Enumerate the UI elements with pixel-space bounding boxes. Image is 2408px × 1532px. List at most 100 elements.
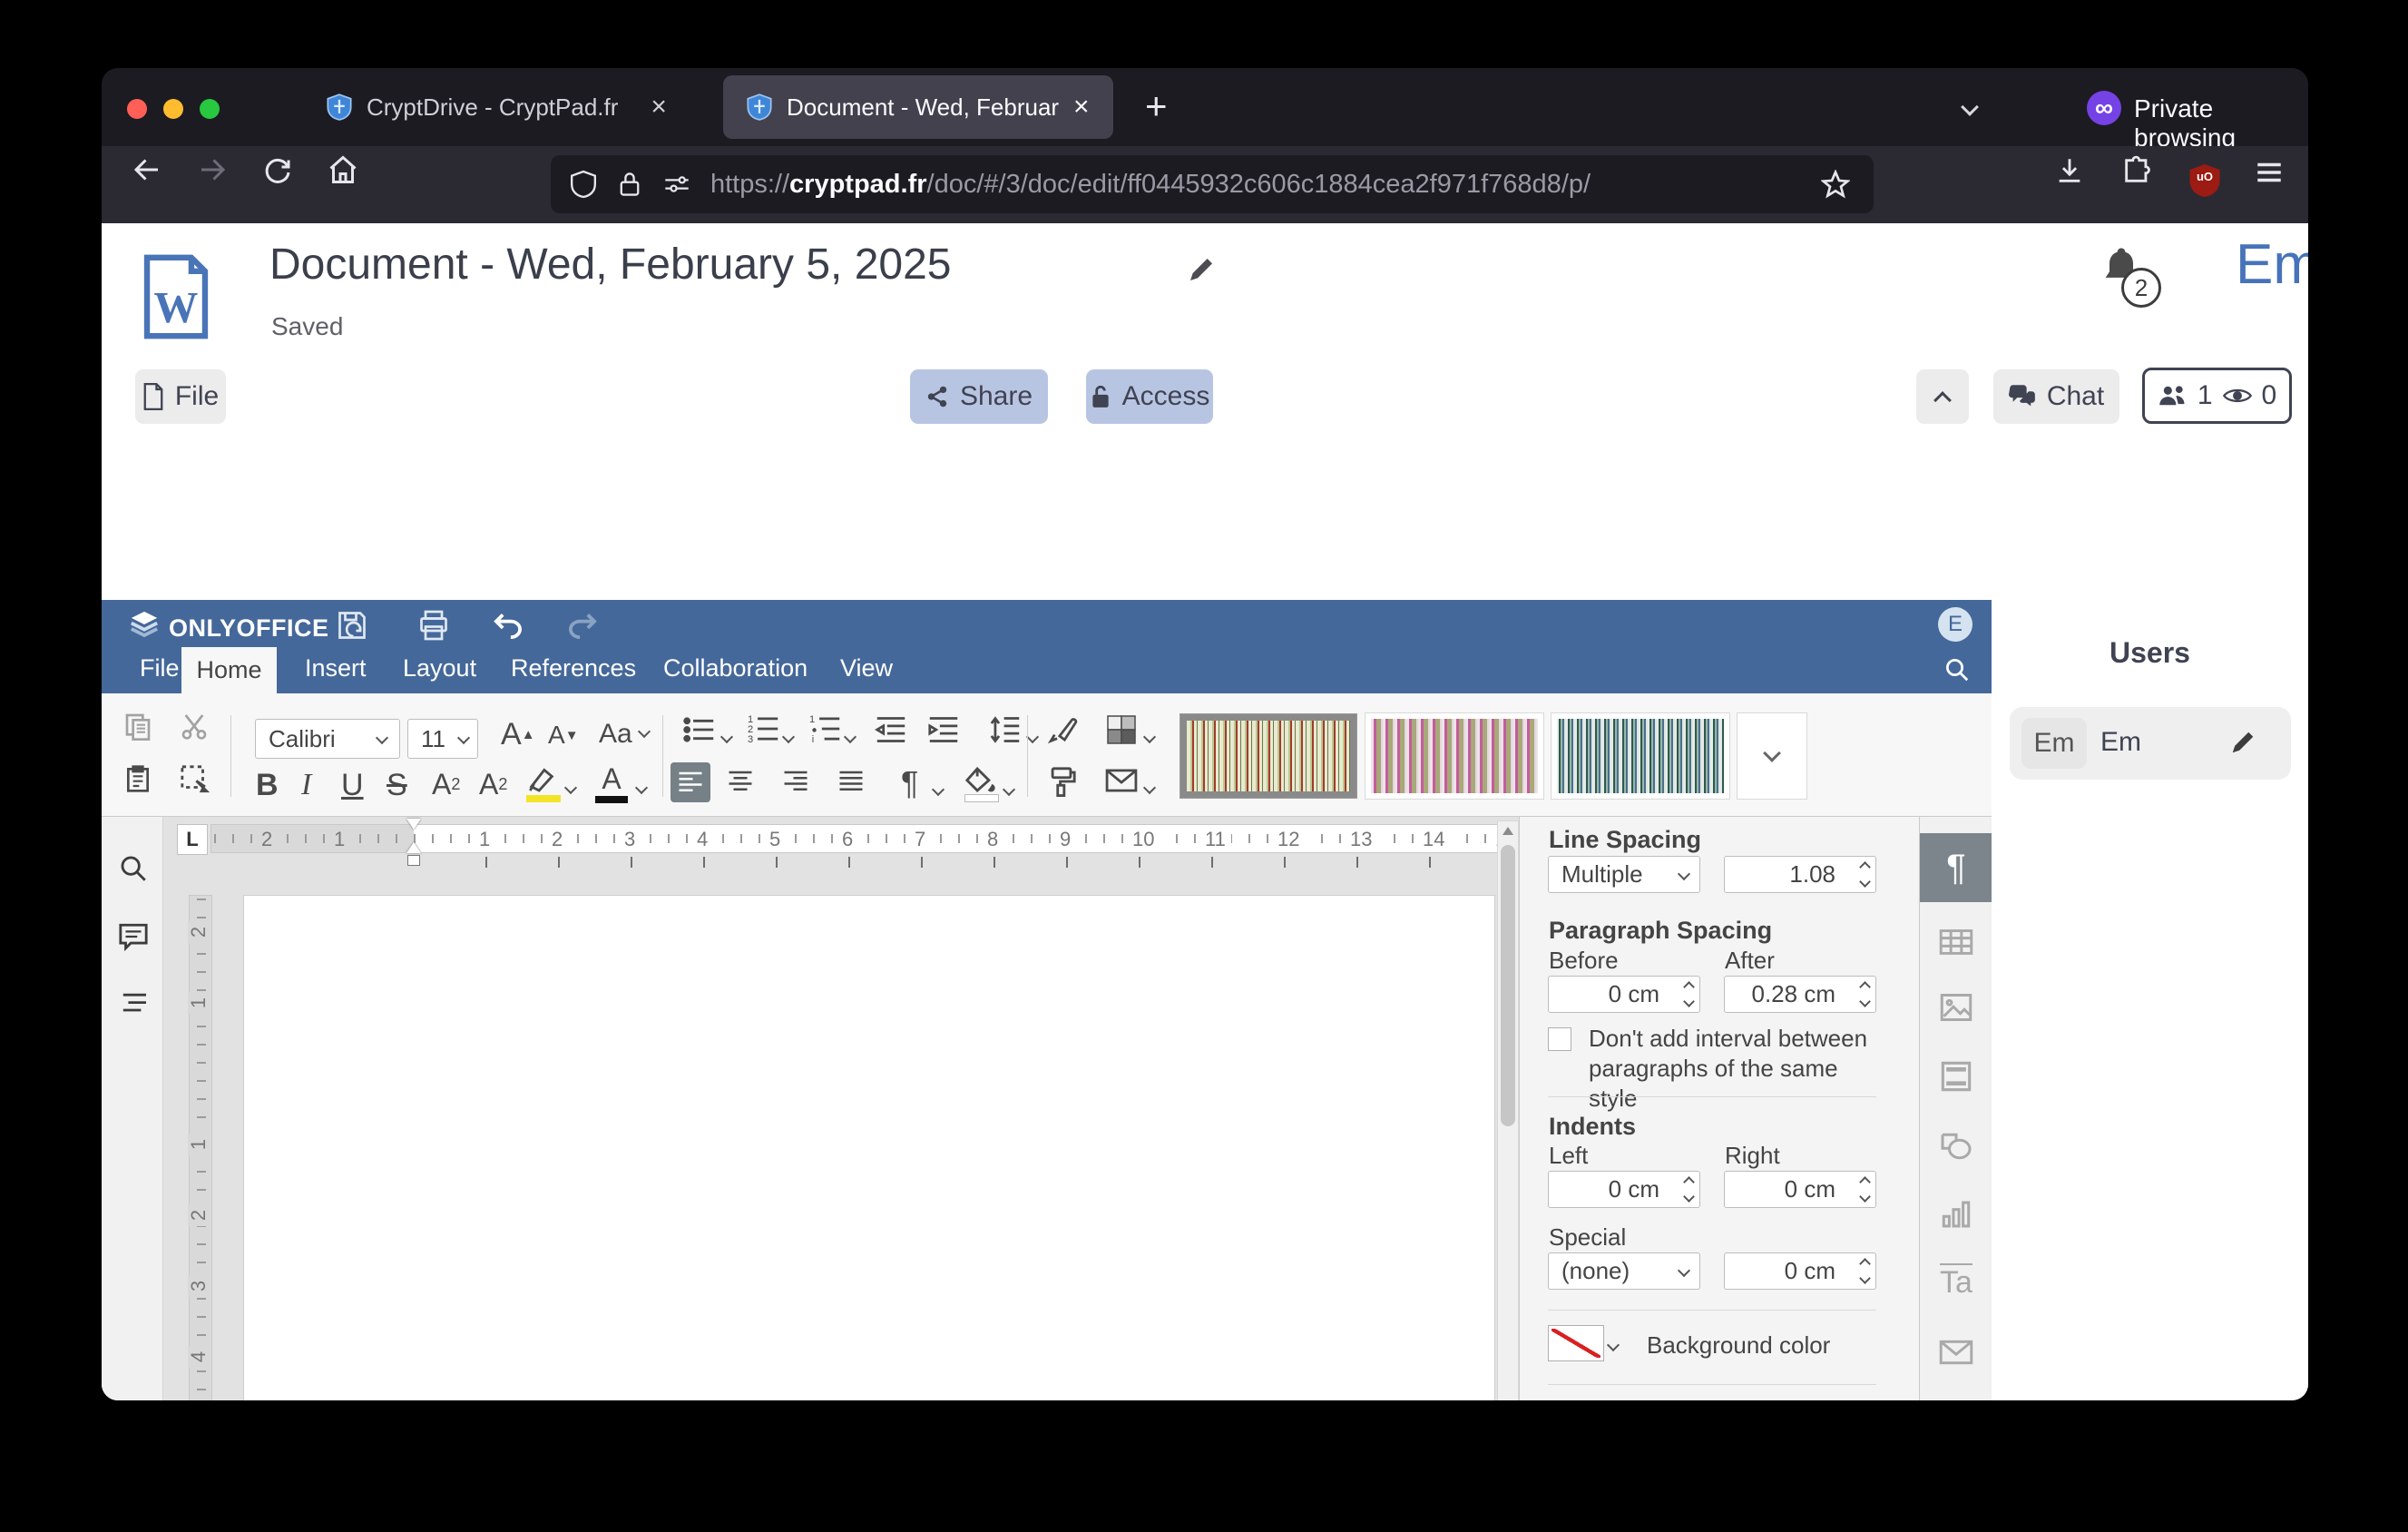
home-icon[interactable]: [327, 153, 359, 186]
paragraph-shading-icon[interactable]: [964, 766, 999, 802]
comments-icon[interactable]: [118, 922, 149, 951]
oo-redo-icon[interactable]: [566, 611, 599, 640]
increase-font-icon[interactable]: A▲: [501, 717, 535, 752]
bullet-list-icon[interactable]: [683, 715, 716, 744]
ublock-icon[interactable]: uO: [2188, 162, 2221, 199]
copy-icon[interactable]: [123, 712, 152, 741]
headerfooter-settings-tab[interactable]: [1920, 1042, 1992, 1111]
edit-user-pencil-icon[interactable]: [2229, 729, 2256, 756]
scroll-up-arrow[interactable]: [1503, 827, 1513, 835]
oo-menu-insert[interactable]: Insert: [305, 654, 367, 683]
subscript-icon[interactable]: A2: [479, 768, 507, 801]
access-button[interactable]: Access: [1086, 369, 1213, 424]
font-color-chevron-icon[interactable]: [637, 781, 646, 797]
shape-settings-tab[interactable]: [1920, 1112, 1992, 1181]
line-spacing-number[interactable]: 1.08: [1724, 856, 1876, 893]
close-window-button[interactable]: [127, 99, 147, 119]
hanging-indent-marker[interactable]: [406, 842, 421, 853]
file-button[interactable]: File: [135, 369, 226, 424]
tracking-shield-icon[interactable]: [571, 170, 596, 199]
oo-menu-references[interactable]: References: [511, 654, 636, 683]
navigation-headings-icon[interactable]: [118, 991, 149, 1016]
multilevel-list-chevron-icon[interactable]: [846, 730, 855, 746]
bullet-list-chevron-icon[interactable]: [722, 730, 731, 746]
tab-cryptdrive[interactable]: CryptDrive - CryptPad.fr ×: [299, 77, 726, 137]
multilevel-list-icon[interactable]: 1i: [809, 713, 842, 744]
decrease-font-icon[interactable]: A▼: [548, 721, 579, 750]
list-tabs-chevron-icon[interactable]: [1963, 101, 1976, 118]
document-page[interactable]: [243, 895, 1495, 1400]
menu-hamburger-icon[interactable]: [2254, 157, 2285, 188]
chart-settings-tab[interactable]: [1920, 1180, 1992, 1249]
oo-user-avatar[interactable]: E: [1938, 607, 1972, 642]
extensions-icon[interactable]: [2121, 155, 2152, 186]
background-color-chevron-icon[interactable]: [1609, 1338, 1618, 1354]
superscript-icon[interactable]: A2: [432, 768, 460, 801]
numbered-list-icon[interactable]: 123: [748, 713, 780, 744]
font-size-select[interactable]: 11: [407, 719, 478, 759]
shading-chevron-icon[interactable]: [1004, 782, 1013, 799]
oo-menu-home-active[interactable]: Home: [181, 647, 277, 693]
nonprinting-chevron-icon[interactable]: [934, 782, 943, 799]
oo-menu-collaboration[interactable]: Collaboration: [663, 654, 808, 683]
mailmerge-settings-tab[interactable]: [1920, 1318, 1992, 1387]
mail-merge-chevron-icon[interactable]: [1145, 781, 1154, 797]
table-shading-chevron-icon[interactable]: [1145, 730, 1154, 746]
table-settings-tab[interactable]: [1920, 908, 1992, 977]
align-right-icon[interactable]: [782, 770, 809, 793]
permissions-icon[interactable]: [663, 172, 690, 196]
notifications-bell-icon[interactable]: 2: [2098, 244, 2145, 291]
special-select[interactable]: (none): [1548, 1252, 1700, 1290]
paste-icon[interactable]: [123, 764, 152, 793]
strikethrough-icon[interactable]: S: [387, 768, 407, 803]
share-button[interactable]: Share: [910, 369, 1048, 424]
spacing-after-input[interactable]: 0.28 cm: [1724, 976, 1876, 1013]
tab-close-icon[interactable]: ×: [1073, 92, 1090, 123]
chat-button[interactable]: Chat: [1993, 369, 2119, 424]
oo-menu-file[interactable]: File: [140, 654, 180, 683]
account-label[interactable]: Em: [2236, 232, 2308, 297]
edit-title-pencil-icon[interactable]: [1187, 255, 1216, 284]
select-all-icon[interactable]: [180, 764, 210, 795]
justify-icon[interactable]: [837, 770, 865, 793]
line-spacing-chevron-icon[interactable]: [1028, 730, 1037, 746]
oo-undo-icon[interactable]: [492, 611, 524, 640]
bold-icon[interactable]: B: [256, 768, 279, 803]
downloads-icon[interactable]: [2054, 155, 2085, 186]
forward-icon[interactable]: [196, 153, 229, 186]
line-spacing-icon[interactable]: [989, 715, 1022, 744]
change-case-icon[interactable]: Aa: [599, 719, 649, 750]
back-icon[interactable]: [131, 153, 163, 186]
mail-merge-icon[interactable]: [1105, 768, 1138, 793]
line-spacing-select[interactable]: Multiple: [1548, 856, 1700, 893]
zoom-window-button[interactable]: [200, 99, 220, 119]
numbered-list-chevron-icon[interactable]: [784, 730, 793, 746]
oo-save-icon[interactable]: [336, 609, 368, 642]
font-color-icon[interactable]: A: [595, 762, 628, 803]
indent-left-input[interactable]: 0 cm: [1548, 1171, 1700, 1208]
styles-gallery-expand-button[interactable]: [1737, 713, 1806, 799]
oo-print-icon[interactable]: [417, 609, 450, 642]
v-scroll-thumb[interactable]: [1501, 845, 1515, 1126]
tab-close-icon[interactable]: ×: [651, 92, 667, 123]
highlight-color-icon[interactable]: [526, 766, 561, 802]
url-bar[interactable]: https://cryptpad.fr/doc/#/3/doc/edit/ff0…: [551, 155, 1874, 213]
vruler[interactable]: 2112345: [189, 895, 212, 1400]
first-line-indent-marker[interactable]: [406, 819, 421, 830]
align-center-icon[interactable]: [727, 770, 754, 793]
italic-icon[interactable]: I: [301, 768, 311, 802]
minimize-window-button[interactable]: [163, 99, 183, 119]
clear-style-icon[interactable]: [1047, 715, 1080, 744]
style-preview-3[interactable]: [1551, 713, 1729, 799]
tab-document-active[interactable]: Document - Wed, February 5, 2025 ×: [723, 75, 1113, 139]
paragraph-settings-tab[interactable]: ¶: [1920, 833, 1992, 902]
table-shading-icon[interactable]: [1105, 713, 1138, 746]
tabstop-selector[interactable]: L: [177, 824, 208, 855]
oo-menu-layout[interactable]: Layout: [403, 654, 476, 683]
hruler[interactable]: 21123456789101112131415: [210, 824, 1506, 853]
image-settings-tab[interactable]: [1920, 973, 1992, 1042]
increase-indent-icon[interactable]: [927, 715, 960, 744]
font-name-select[interactable]: Calibri: [255, 719, 400, 759]
bookmark-star-icon[interactable]: [1821, 170, 1850, 199]
underline-icon[interactable]: U: [341, 768, 364, 803]
